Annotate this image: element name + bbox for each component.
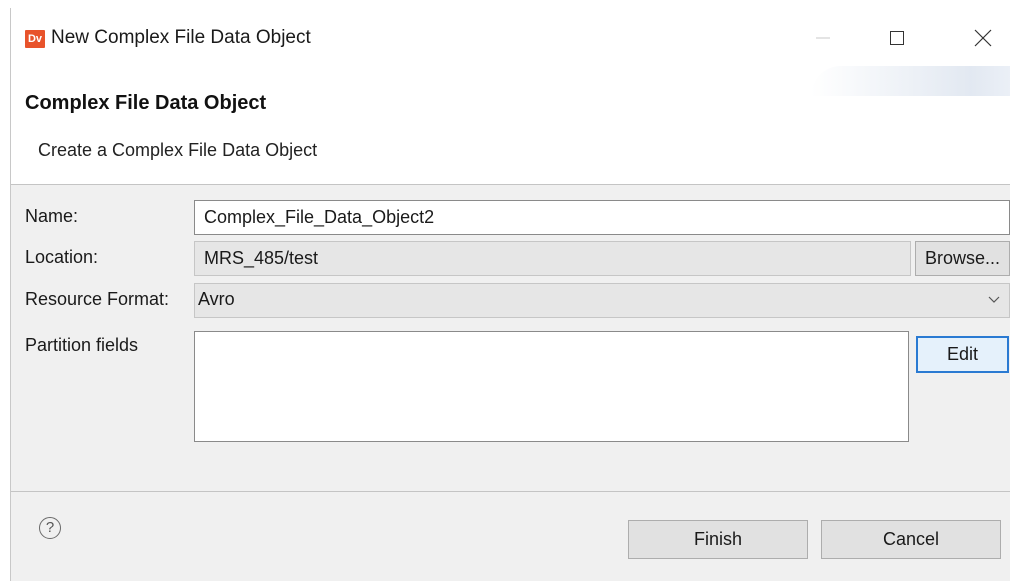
partition-fields-label: Partition fields xyxy=(25,335,139,355)
name-label: Name: xyxy=(25,206,79,226)
window-title: New Complex File Data Object xyxy=(51,27,311,48)
browse-button[interactable]: Browse... xyxy=(915,241,1010,276)
resource-format-label: Resource Format: xyxy=(25,289,170,309)
edit-button[interactable]: Edit xyxy=(916,336,1009,373)
minimize-icon xyxy=(816,37,830,39)
name-input[interactable]: Complex_File_Data_Object2 xyxy=(194,200,1010,235)
maximize-icon xyxy=(890,31,904,45)
location-field: MRS_485/test xyxy=(194,241,911,276)
dialog-window: Dv New Complex File Data Object Complex … xyxy=(10,8,1010,581)
location-label: Location: xyxy=(25,247,99,267)
form-area: Name: Complex_File_Data_Object2 Location… xyxy=(11,185,1010,492)
title-bar: Dv New Complex File Data Object xyxy=(11,8,1010,66)
header-banner-image xyxy=(811,66,1010,96)
close-icon xyxy=(974,29,992,47)
wizard-header: Complex File Data Object Create a Comple… xyxy=(11,66,1010,185)
minimize-button[interactable] xyxy=(803,18,843,58)
chevron-down-icon xyxy=(987,292,1001,309)
maximize-button[interactable] xyxy=(877,18,917,58)
finish-button[interactable]: Finish xyxy=(628,520,808,559)
page-title: Complex File Data Object xyxy=(25,92,267,114)
resource-format-select[interactable]: Avro xyxy=(194,283,1010,318)
cancel-button[interactable]: Cancel xyxy=(821,520,1001,559)
help-icon[interactable]: ? xyxy=(39,517,61,539)
app-logo-icon: Dv xyxy=(25,30,45,48)
partition-fields-list[interactable] xyxy=(194,331,909,442)
resource-format-value: Avro xyxy=(198,289,235,309)
dialog-footer: ? Finish Cancel xyxy=(11,492,1010,581)
page-description: Create a Complex File Data Object xyxy=(38,140,318,160)
close-button[interactable] xyxy=(963,18,1003,58)
